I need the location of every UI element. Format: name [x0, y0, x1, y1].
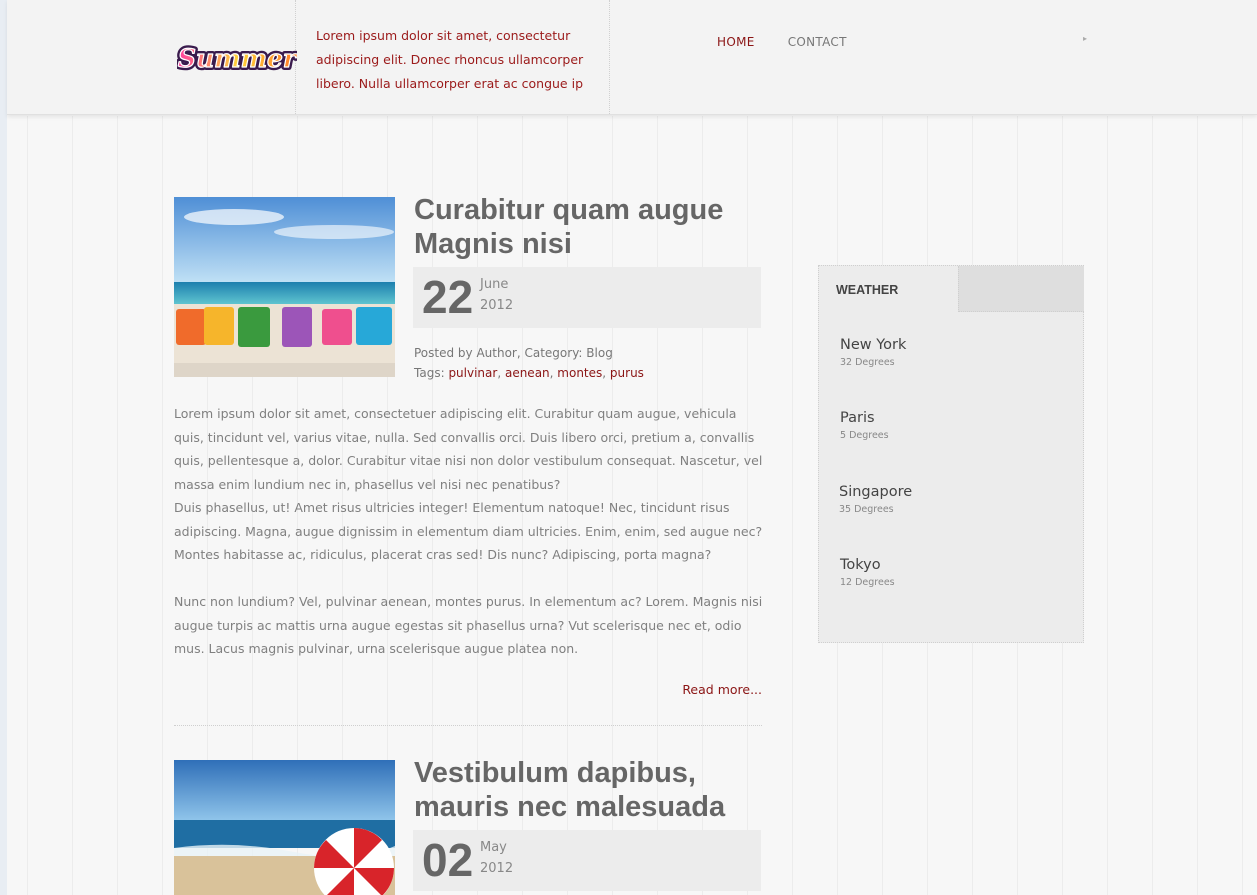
nav-contact[interactable]: CONTACT — [788, 35, 847, 49]
post-date: 02 May 2012 — [413, 830, 761, 891]
weather-city: New York 32 Degrees — [840, 336, 906, 370]
weather-widget: WEATHER New York 32 Degrees Paris 5 Degr… — [818, 265, 1084, 643]
tag-link[interactable]: montes — [557, 366, 602, 380]
beach-chairs-image — [174, 197, 395, 377]
tags-label: Tags: — [414, 366, 449, 380]
weather-city: Singapore 35 Degrees — [839, 483, 912, 517]
header-tagline: Lorem ipsum dolor sit amet, consectetur … — [316, 28, 584, 91]
post-date-day: 02 — [422, 834, 474, 886]
post-paragraph: Duis phasellus, ut! Amet risus ultricies… — [174, 500, 763, 562]
city-name: Tokyo — [840, 557, 881, 573]
post-date-month: June — [480, 277, 509, 292]
tag-link[interactable]: aenean — [505, 366, 550, 380]
post-paragraph: Lorem ipsum dolor sit amet, consectetuer… — [174, 406, 763, 492]
nav-arrow-icon[interactable]: ▸ — [1083, 34, 1087, 43]
city-degrees: 35 Degrees — [839, 504, 894, 515]
post-byline: Posted by Author, Category: Blog — [414, 346, 613, 360]
post-date: 22 June 2012 — [413, 267, 761, 328]
city-name: New York — [840, 337, 907, 353]
tag-link[interactable]: pulvinar — [448, 366, 497, 380]
post-title[interactable]: Vestibulum dapibus, mauris nec malesuada — [414, 756, 754, 824]
page-left-edge — [0, 0, 7, 895]
post-thumbnail[interactable] — [174, 197, 395, 377]
post-date-year: 2012 — [480, 298, 514, 313]
summer-logo[interactable]: Summer Summer — [175, 36, 301, 82]
tag-link[interactable]: purus — [610, 366, 644, 380]
weather-title: WEATHER — [836, 283, 899, 297]
summer-logo-graphic: Summer Summer — [175, 41, 301, 76]
post-title-line: Vestibulum dapibus, — [414, 757, 696, 789]
post-title-line: Curabitur quam augue — [414, 194, 724, 226]
weather-header-tab[interactable] — [958, 266, 1084, 312]
header-divider — [609, 0, 610, 114]
post-title[interactable]: Curabitur quam augue Magnis nisi — [414, 193, 754, 261]
city-name: Paris — [840, 410, 875, 426]
post-title-line: mauris nec malesuada — [414, 791, 726, 823]
site-header: Summer Summer Lorem ipsum dolor sit amet… — [7, 0, 1257, 115]
post-title-line: Magnis nisi — [414, 228, 572, 260]
city-degrees: 32 Degrees — [840, 357, 895, 368]
post-paragraph: Nunc non lundium? Vel, pulvinar aenean, … — [174, 594, 763, 656]
weather-city: Paris 5 Degrees — [840, 409, 889, 443]
post-body: Lorem ipsum dolor sit amet, consectetuer… — [174, 402, 764, 661]
post-meta: Posted by Author, Category: Blog Tags: p… — [414, 343, 644, 383]
city-degrees: 12 Degrees — [840, 577, 895, 588]
post-divider — [174, 725, 762, 726]
svg-text:Summer: Summer — [178, 44, 297, 73]
post-tags: Tags: pulvinar, aenean, montes, purus — [414, 366, 644, 380]
read-more-link[interactable]: Read more... — [682, 682, 762, 697]
weather-header: WEATHER — [819, 266, 1084, 312]
post-date-day: 22 — [422, 271, 474, 323]
post-date-month: May — [480, 840, 507, 855]
weather-city: Tokyo 12 Degrees — [840, 556, 895, 590]
city-name: Singapore — [839, 484, 913, 500]
post-date-year: 2012 — [480, 861, 514, 876]
city-degrees: 5 Degrees — [840, 430, 889, 441]
post-thumbnail[interactable] — [174, 760, 395, 895]
beach-umbrella-image — [174, 760, 395, 895]
nav-home[interactable]: HOME — [717, 35, 755, 49]
main-nav: HOME CONTACT — [717, 31, 875, 50]
